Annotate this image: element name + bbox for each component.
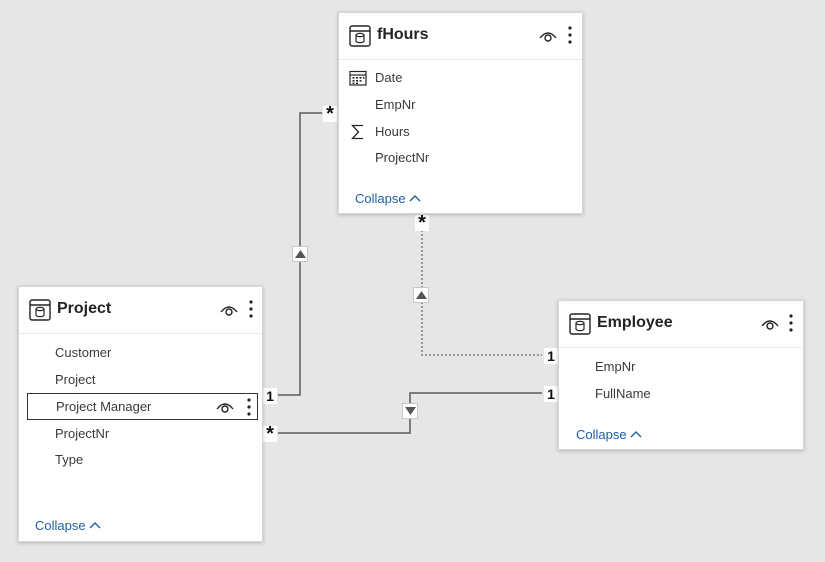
cross-filter-arrow-up[interactable] <box>292 246 308 262</box>
cardinality-many-marker: * <box>323 104 337 124</box>
table-title: Employee <box>597 314 673 331</box>
table-header[interactable]: Employee <box>559 301 803 348</box>
more-options-icon[interactable] <box>248 299 254 319</box>
cardinality-many-marker: * <box>263 424 277 444</box>
field-label: Project <box>55 372 96 387</box>
field-empnr[interactable]: EmpNr <box>347 92 578 118</box>
chevron-up-icon <box>89 522 101 529</box>
field-project[interactable]: Project <box>27 367 258 393</box>
field-label: EmpNr <box>595 359 636 374</box>
collapse-button[interactable]: Collapse <box>576 427 642 442</box>
table-icon <box>569 313 591 335</box>
cross-filter-arrow-up[interactable] <box>413 287 429 303</box>
field-project-manager[interactable]: Project Manager <box>27 393 258 420</box>
table-title: Project <box>57 300 112 317</box>
cardinality-one-marker: 1 <box>544 348 558 364</box>
field-projectnr[interactable]: ProjectNr <box>27 421 258 447</box>
chevron-up-icon <box>409 195 421 202</box>
eye-icon[interactable] <box>220 303 238 317</box>
table-card-employee[interactable]: Employee EmpNr FullName Collapse <box>558 300 804 450</box>
collapse-button[interactable]: Collapse <box>355 191 421 206</box>
field-label: Project Manager <box>56 399 152 414</box>
field-fullname[interactable]: FullName <box>567 381 799 407</box>
collapse-label: Collapse <box>35 518 86 533</box>
collapse-label: Collapse <box>576 427 627 442</box>
field-label: ProjectNr <box>55 426 110 441</box>
cross-filter-arrow-down[interactable] <box>402 403 418 419</box>
field-label: EmpNr <box>375 97 416 112</box>
chevron-up-icon <box>630 431 642 438</box>
field-label: Customer <box>55 345 112 360</box>
eye-icon[interactable] <box>761 317 779 331</box>
table-icon <box>349 25 371 47</box>
cardinality-one-marker: 1 <box>544 386 558 402</box>
field-hours[interactable]: Hours <box>347 119 578 145</box>
more-options-icon[interactable] <box>246 397 252 417</box>
calendar-icon <box>349 70 367 86</box>
relationship-line-fhours-employee[interactable] <box>421 230 542 356</box>
model-canvas: * 1 * 1 * 1 fHours Date EmpNr Hours Proj… <box>0 0 825 562</box>
table-header[interactable]: fHours <box>339 13 582 60</box>
table-card-fhours[interactable]: fHours Date EmpNr Hours ProjectNr Collap… <box>338 12 583 214</box>
cardinality-one-marker: 1 <box>263 388 277 404</box>
eye-icon[interactable] <box>539 29 557 43</box>
field-customer[interactable]: Customer <box>27 340 258 366</box>
table-icon <box>29 299 51 321</box>
field-projectnr[interactable]: ProjectNr <box>347 145 578 171</box>
field-date[interactable]: Date <box>347 65 578 91</box>
field-empnr[interactable]: EmpNr <box>567 354 799 380</box>
table-header[interactable]: Project <box>19 287 262 334</box>
collapse-label: Collapse <box>355 191 406 206</box>
table-title: fHours <box>377 26 429 43</box>
more-options-icon[interactable] <box>567 25 573 45</box>
table-card-project[interactable]: Project Customer Project Project Manager <box>18 286 263 542</box>
field-label: Type <box>55 452 84 467</box>
field-label: Date <box>375 70 403 85</box>
cardinality-many-marker: * <box>415 213 429 233</box>
collapse-button[interactable]: Collapse <box>35 518 101 533</box>
sigma-icon <box>351 124 363 140</box>
field-label: FullName <box>595 386 651 401</box>
field-label: ProjectNr <box>375 150 430 165</box>
more-options-icon[interactable] <box>788 313 794 333</box>
eye-icon[interactable] <box>216 400 234 414</box>
field-label: Hours <box>375 124 410 139</box>
field-type[interactable]: Type <box>27 447 258 473</box>
